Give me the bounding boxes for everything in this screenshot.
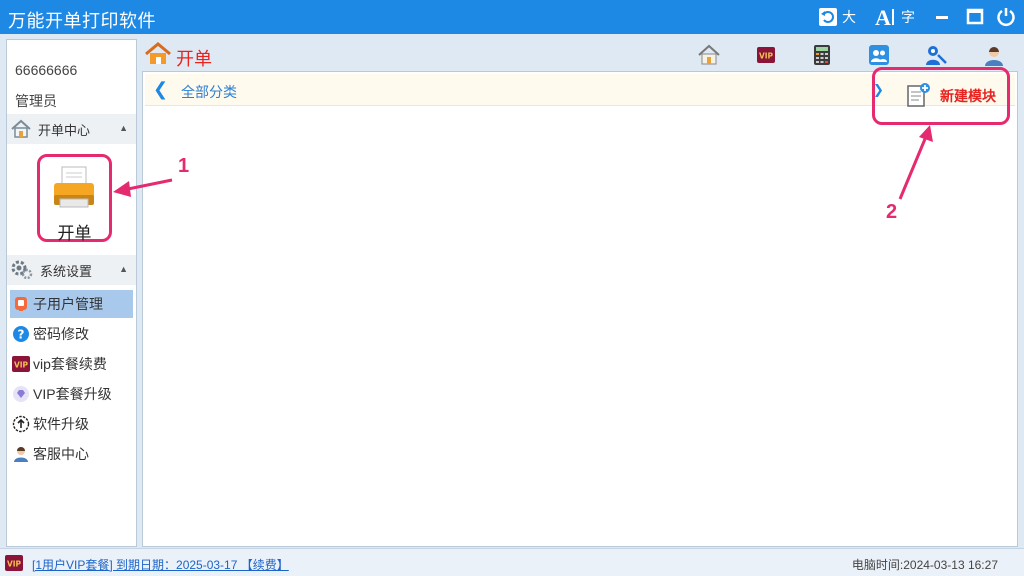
users-icon	[869, 45, 889, 65]
new-module-label: 新建模块	[940, 89, 996, 105]
svg-text:A: A	[875, 5, 891, 29]
order-tile-label: 开单	[57, 224, 92, 243]
page-title: 开单	[176, 49, 212, 69]
power-icon	[997, 8, 1015, 27]
annotation-number-2: 2	[886, 201, 898, 223]
power-button[interactable]	[996, 4, 1016, 30]
maximize-icon	[966, 8, 984, 25]
sidebar-item-vip-renew[interactable]: VIP vip套餐续费	[10, 350, 133, 378]
system-clock: 电脑时间:2024-03-13 16:27	[851, 558, 998, 572]
font-size-big-label: 大	[842, 9, 856, 25]
svg-text:VIP: VIP	[14, 361, 29, 370]
toolbar-home-button[interactable]	[697, 43, 721, 67]
sidebar-item-sub-user[interactable]: 子用户管理	[10, 290, 133, 318]
home-icon	[11, 119, 31, 138]
order-tile[interactable]: 开单	[37, 154, 112, 243]
upgrade-icon	[12, 415, 30, 433]
question-icon: ?	[12, 325, 30, 343]
vip-expiry-link[interactable]: [1用户VIP套餐] 到期日期：2025-03-17 【续费】	[32, 556, 289, 573]
sidebar-item-label: VIP套餐升级	[33, 386, 112, 402]
title-bar: 万能开单打印软件 大 A 字	[0, 0, 1024, 34]
toolbar-key-button[interactable]	[924, 43, 948, 67]
back-icon[interactable]: ❮	[153, 79, 168, 100]
sidebar: 66666666 管理员 开单中心 ▲ 开单 系统设置 ▲ 子用户管理 ? 密码…	[6, 39, 137, 547]
toolbar-calculator-button[interactable]	[810, 43, 834, 67]
section-order-center[interactable]: 开单中心 ▲	[7, 114, 136, 144]
user-role: 管理员	[15, 93, 57, 109]
svg-text:?: ?	[18, 328, 25, 342]
home-icon	[145, 42, 171, 64]
font-icon: A	[875, 5, 894, 29]
collapse-icon[interactable]: ▲	[119, 123, 128, 133]
minimize-icon	[936, 16, 948, 19]
new-document-icon	[907, 83, 930, 107]
svg-text:VIP: VIP	[7, 560, 22, 569]
key-user-icon	[926, 46, 947, 65]
app-title: 万能开单打印软件	[8, 11, 156, 31]
user-id: 66666666	[15, 62, 78, 78]
sidebar-item-label: 密码修改	[33, 326, 89, 342]
printer-icon	[54, 166, 94, 208]
main-panel: 开单 VIP ❮ 全部分类 ❯ 新建模块	[142, 39, 1018, 547]
new-module-button[interactable]: 新建模块	[872, 67, 1010, 125]
font-label: 字	[901, 9, 915, 25]
section-system-settings[interactable]: 系统设置 ▲	[7, 255, 136, 285]
vip-icon: VIP	[5, 555, 23, 571]
svg-text:VIP: VIP	[759, 52, 774, 61]
sidebar-item-software-upgrade[interactable]: 软件升级	[10, 410, 133, 438]
toolbar-vip-button[interactable]: VIP	[754, 43, 778, 67]
sub-user-icon	[12, 295, 30, 313]
sidebar-item-support[interactable]: 客服中心	[10, 440, 133, 468]
collapse-icon[interactable]: ▲	[119, 264, 128, 274]
sidebar-item-label: 软件升级	[33, 416, 89, 432]
minimize-button[interactable]	[935, 4, 949, 30]
diamond-icon	[12, 385, 30, 403]
support-icon	[985, 47, 1003, 66]
vip-icon: VIP	[757, 47, 775, 63]
vip-icon: VIP	[12, 355, 30, 373]
toolbar-support-button[interactable]	[982, 43, 1006, 67]
status-bar: VIP [1用户VIP套餐] 到期日期：2025-03-17 【续费】 电脑时间…	[0, 548, 1024, 576]
maximize-button[interactable]	[966, 4, 984, 30]
toolbar-users-button[interactable]	[867, 43, 891, 67]
font-size-button[interactable]: 大	[816, 4, 856, 30]
font-button[interactable]: A 字	[874, 4, 915, 30]
rotate-icon	[819, 8, 837, 26]
calculator-icon	[814, 45, 830, 65]
section-order-label: 开单中心	[38, 122, 91, 138]
sidebar-item-label: vip套餐续费	[33, 356, 107, 372]
support-icon	[12, 445, 30, 463]
home-icon	[698, 44, 720, 65]
section-settings-label: 系统设置	[40, 263, 93, 279]
breadcrumb[interactable]: 全部分类	[181, 82, 237, 102]
app-frame: 66666666 管理员 开单中心 ▲ 开单 系统设置 ▲ 子用户管理 ? 密码…	[0, 34, 1024, 576]
sidebar-item-label: 子用户管理	[33, 296, 103, 312]
sidebar-item-label: 客服中心	[33, 446, 89, 462]
annotation-number-1: 1	[178, 155, 190, 177]
gear-icon	[11, 260, 33, 280]
sidebar-item-password[interactable]: ? 密码修改	[10, 320, 133, 348]
content-area: ❮ 全部分类 ❯	[142, 71, 1018, 547]
sidebar-item-vip-upgrade[interactable]: VIP套餐升级	[10, 380, 133, 408]
